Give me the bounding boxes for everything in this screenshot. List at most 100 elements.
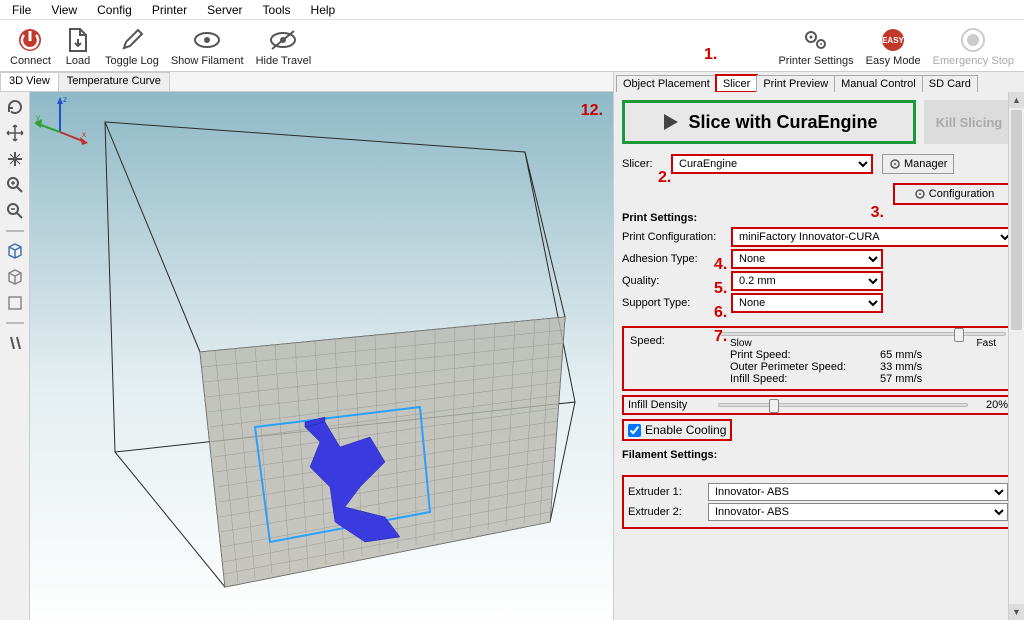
fast-label: Fast [977, 338, 996, 349]
slicer-panel: Slice with CuraEngine Kill Slicing Slice… [614, 92, 1024, 620]
separator [6, 230, 24, 232]
perspective-icon[interactable] [4, 240, 26, 262]
svg-text:x: x [82, 130, 86, 139]
load-button[interactable]: Load [57, 23, 99, 69]
configuration-button[interactable]: Configuration [894, 184, 1014, 204]
show-filament-label: Show Filament [171, 55, 244, 67]
menu-help[interactable]: Help [301, 1, 346, 19]
tab-print-preview[interactable]: Print Preview [756, 75, 835, 92]
connect-label: Connect [10, 55, 51, 67]
zoom-in-icon[interactable] [4, 174, 26, 196]
gears-icon [801, 25, 831, 55]
gear-icon [889, 158, 901, 170]
slicer-label: Slicer: [622, 158, 672, 170]
move-axis-icon[interactable] [4, 148, 26, 170]
move-icon[interactable] [4, 122, 26, 144]
menubar: File View Config Printer Server Tools He… [0, 0, 1024, 20]
separator [6, 322, 24, 324]
doc-icon [63, 25, 93, 55]
scroll-up-icon[interactable]: ▲ [1009, 92, 1024, 108]
show-filament-button[interactable]: Show Filament [165, 23, 250, 69]
reset-view-icon[interactable] [4, 96, 26, 118]
infill-slider[interactable] [718, 403, 968, 407]
slicer-select[interactable]: CuraEngine [672, 155, 872, 173]
svg-text:y: y [36, 113, 40, 122]
pencil-icon [117, 25, 147, 55]
scroll-thumb[interactable] [1011, 110, 1022, 330]
slice-button-label: Slice with CuraEngine [688, 112, 877, 133]
menu-view[interactable]: View [41, 1, 87, 19]
extruder2-label: Extruder 2: [628, 506, 708, 518]
emergency-stop-label: Emergency Stop [933, 55, 1014, 67]
zoom-out-icon[interactable] [4, 200, 26, 222]
power-icon [15, 25, 45, 55]
support-label: Support Type: [622, 297, 732, 309]
svg-text:EASY: EASY [882, 36, 904, 45]
tab-manual-control[interactable]: Manual Control [834, 75, 923, 92]
tab-3d-view[interactable]: 3D View [0, 72, 59, 91]
right-tabs: Object Placement Slicer Print Preview Ma… [614, 72, 1024, 92]
tab-slicer[interactable]: Slicer [716, 75, 758, 92]
tab-object-placement[interactable]: Object Placement [616, 75, 717, 92]
menu-tools[interactable]: Tools [253, 1, 301, 19]
extruder1-label: Extruder 1: [628, 486, 708, 498]
print-settings-title: Print Settings: [622, 212, 1014, 224]
printer-settings-button[interactable]: Printer Settings [772, 23, 859, 69]
quality-select[interactable]: 0.2 mm [732, 272, 882, 290]
speed-label: Speed: [630, 335, 720, 347]
gear-icon [914, 188, 926, 200]
infill-speed-label: Infill Speed: [730, 373, 880, 385]
load-label: Load [66, 55, 90, 67]
adhesion-select[interactable]: None [732, 250, 882, 268]
menu-server[interactable]: Server [197, 1, 252, 19]
printer-settings-label: Printer Settings [778, 55, 853, 67]
easy-icon: EASY [878, 25, 908, 55]
3d-viewport[interactable]: z x y 12. [30, 92, 613, 620]
wireframe-icon[interactable] [4, 292, 26, 314]
adhesion-label: Adhesion Type: [622, 253, 732, 265]
speed-slider[interactable] [720, 332, 1006, 336]
play-icon [660, 112, 680, 132]
left-tabs: 3D View Temperature Curve [0, 72, 613, 92]
kill-slicing-button[interactable]: Kill Slicing [924, 100, 1014, 144]
toggle-log-button[interactable]: Toggle Log [99, 23, 165, 69]
toolbar: Connect Load Toggle Log Show Filament Hi… [0, 20, 1024, 72]
ortho-icon[interactable] [4, 266, 26, 288]
scroll-down-icon[interactable]: ▼ [1009, 604, 1024, 620]
infill-density-label: Infill Density [628, 399, 718, 411]
svg-text:z: z [63, 95, 67, 104]
infill-speed-value: 57 mm/s [880, 373, 922, 385]
eye-icon [192, 25, 222, 55]
outer-perimeter-label: Outer Perimeter Speed: [730, 361, 880, 373]
print-config-label: Print Configuration: [622, 231, 732, 243]
menu-config[interactable]: Config [87, 1, 142, 19]
extruder2-select[interactable]: Innovator- ABS [708, 503, 1008, 521]
filament-settings-title: Filament Settings: [622, 449, 1014, 461]
hide-travel-button[interactable]: Hide Travel [250, 23, 318, 69]
easy-mode-label: Easy Mode [866, 55, 921, 67]
tab-sd-card[interactable]: SD Card [922, 75, 978, 92]
quality-label: Quality: [622, 275, 732, 287]
cooling-input[interactable] [628, 424, 641, 437]
tab-temperature-curve[interactable]: Temperature Curve [58, 72, 170, 91]
scrollbar[interactable]: ▲ ▼ [1008, 92, 1024, 620]
slow-label: Slow [730, 338, 752, 349]
menu-file[interactable]: File [2, 1, 41, 19]
extruder1-select[interactable]: Innovator- ABS [708, 483, 1008, 501]
menu-printer[interactable]: Printer [142, 1, 197, 19]
slice-button[interactable]: Slice with CuraEngine [622, 100, 916, 144]
hide-travel-label: Hide Travel [256, 55, 312, 67]
enable-cooling-checkbox[interactable]: Enable Cooling [622, 419, 732, 441]
axis-gizmo: z x y [30, 92, 90, 152]
infill-density-value: 20% [968, 399, 1008, 411]
support-select[interactable]: None [732, 294, 882, 312]
easy-mode-button[interactable]: EASY Easy Mode [860, 23, 927, 69]
parallel-icon[interactable] [4, 332, 26, 354]
eye-off-icon [268, 25, 298, 55]
stop-icon [958, 25, 988, 55]
emergency-stop-button[interactable]: Emergency Stop [927, 23, 1020, 69]
toggle-log-label: Toggle Log [105, 55, 159, 67]
print-config-select[interactable]: miniFactory Innovator-CURA [732, 228, 1014, 246]
connect-button[interactable]: Connect [4, 23, 57, 69]
manager-button[interactable]: Manager [882, 154, 954, 174]
